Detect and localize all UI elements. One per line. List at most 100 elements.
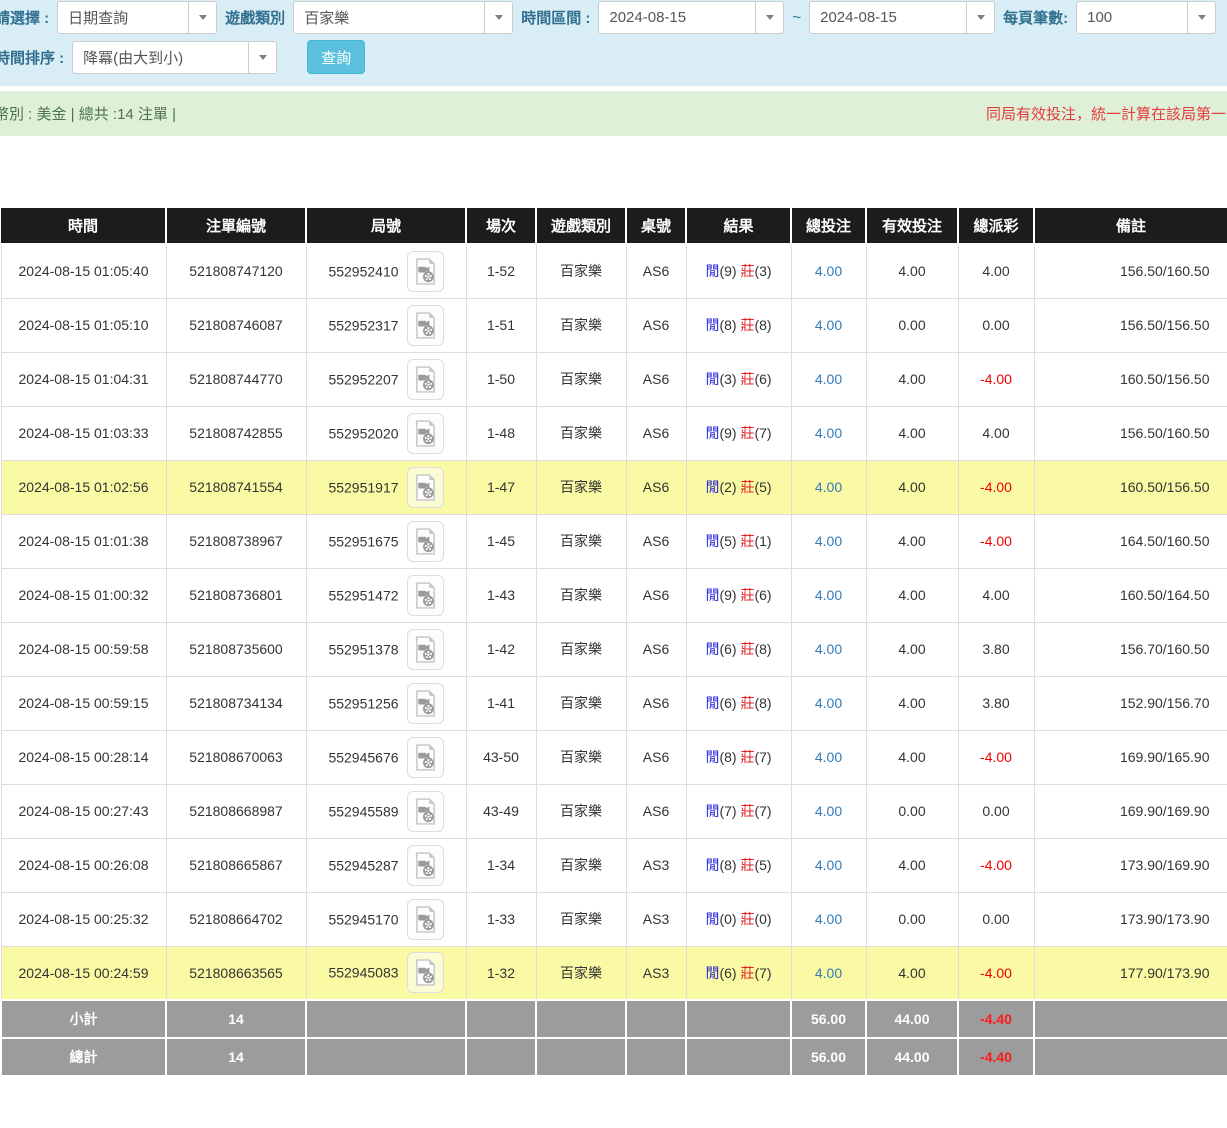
table-row[interactable]: 2024-08-15 00:59:15521808734134552951256…	[1, 676, 1227, 730]
round-id-value: 552951378	[328, 641, 398, 657]
total-bet-link[interactable]: 4.00	[815, 695, 842, 711]
video-replay-button[interactable]	[407, 683, 444, 724]
banker-label: 莊	[740, 749, 754, 765]
date-from-select[interactable]: 2024-08-15	[598, 1, 784, 34]
video-replay-icon	[414, 744, 437, 771]
cell-payout: -4.00	[958, 460, 1034, 514]
total-bet-link[interactable]: 4.00	[815, 857, 842, 873]
chevron-down-icon	[188, 2, 216, 33]
cell-table-no: AS6	[626, 406, 686, 460]
cell-bet-id: 521808735600	[166, 622, 306, 676]
summary-bar: 幣別 : 美金 | 總共 :14 注單 | 同局有效投注，統一計算在該局第一張	[0, 91, 1227, 136]
video-replay-button[interactable]	[407, 521, 444, 562]
cell-game-category: 百家樂	[536, 406, 626, 460]
cell-payout: 3.80	[958, 676, 1034, 730]
chevron-down-icon	[755, 2, 783, 33]
banker-label: 莊	[740, 533, 754, 549]
table-row[interactable]: 2024-08-15 01:05:40521808747120552952410…	[1, 244, 1227, 298]
video-replay-button[interactable]	[407, 737, 444, 778]
cell-session: 1-41	[466, 676, 536, 730]
cell-total-bet: 4.00	[791, 730, 866, 784]
total-bet-link[interactable]: 4.00	[815, 533, 842, 549]
cell-payout: -4.00	[958, 730, 1034, 784]
player-label: 閒	[705, 749, 719, 765]
query-button[interactable]: 查詢	[307, 40, 365, 74]
total-bet-link[interactable]: 4.00	[815, 263, 842, 279]
table-row[interactable]: 2024-08-15 00:59:58521808735600 552951378…	[1, 622, 1227, 676]
total-bet-link[interactable]: 4.00	[815, 317, 842, 333]
summary-valid-bet: 44.00	[866, 1038, 958, 1076]
table-row[interactable]: 2024-08-15 00:28:14521808670063552945676…	[1, 730, 1227, 784]
video-replay-button[interactable]	[407, 251, 444, 292]
cell-payout: -4.00	[958, 946, 1034, 1000]
cell-payout: 0.00	[958, 784, 1034, 838]
video-replay-button[interactable]	[407, 305, 444, 346]
cell-result: 閒(6) 莊(8)	[686, 676, 791, 730]
table-row[interactable]: 2024-08-15 01:05:10521808746087552952317…	[1, 298, 1227, 352]
header-payout: 總派彩	[958, 208, 1034, 244]
cell-round-id: 552952020	[306, 406, 466, 460]
video-replay-button[interactable]	[407, 467, 444, 508]
table-row[interactable]: 2024-08-15 00:27:43521808668987552945589…	[1, 784, 1227, 838]
video-replay-button[interactable]	[407, 629, 444, 670]
table-row[interactable]: 2024-08-15 00:26:08521808665867552945287…	[1, 838, 1227, 892]
game-category-select[interactable]: 百家樂	[293, 1, 513, 34]
round-id-value: 552951917	[328, 479, 398, 495]
total-bet-link[interactable]: 4.00	[815, 965, 842, 981]
filter-row-1: 請選擇 : 日期查詢 遊戲類別 百家樂 時間區間 : 2024-08-15 ~ …	[0, 0, 1227, 34]
round-id-value: 552945170	[328, 911, 398, 927]
cell-result: 閒(8) 莊(7)	[686, 730, 791, 784]
player-label: 閒	[705, 317, 719, 333]
table-row[interactable]: 2024-08-15 01:01:38521808738967552951675…	[1, 514, 1227, 568]
video-replay-button[interactable]	[407, 575, 444, 616]
total-bet-link[interactable]: 4.00	[815, 911, 842, 927]
header-game-category: 遊戲類別	[536, 208, 626, 244]
cell-note: 177.90/173.90	[1034, 946, 1227, 1000]
video-replay-button[interactable]	[407, 899, 444, 940]
total-bet-link[interactable]: 4.00	[815, 803, 842, 819]
cell-note: 156.50/160.50	[1034, 406, 1227, 460]
cell-note: 156.50/156.50	[1034, 298, 1227, 352]
cell-note: 160.50/156.50	[1034, 460, 1227, 514]
cell-total-bet: 4.00	[791, 244, 866, 298]
cell-game-category: 百家樂	[536, 946, 626, 1000]
cell-note: 169.90/169.90	[1034, 784, 1227, 838]
video-replay-button[interactable]	[407, 952, 444, 993]
total-bet-link[interactable]: 4.00	[815, 641, 842, 657]
summary-payout: -4.40	[958, 1038, 1034, 1076]
cell-result: 閒(7) 莊(7)	[686, 784, 791, 838]
table-row[interactable]: 2024-08-15 01:00:32521808736801552951472…	[1, 568, 1227, 622]
cell-bet-id: 521808668987	[166, 784, 306, 838]
total-bet-link[interactable]: 4.00	[815, 425, 842, 441]
cell-time: 2024-08-15 01:00:32	[1, 568, 166, 622]
cell-time: 2024-08-15 00:59:58	[1, 622, 166, 676]
total-bet-link[interactable]: 4.00	[815, 479, 842, 495]
cell-result: 閒(9) 莊(6)	[686, 568, 791, 622]
video-replay-button[interactable]	[407, 413, 444, 454]
total-bet-link[interactable]: 4.00	[815, 587, 842, 603]
cell-bet-id: 521808663565	[166, 946, 306, 1000]
time-sort-select[interactable]: 降冪(由大到小)	[72, 41, 277, 74]
cell-time: 2024-08-15 00:27:43	[1, 784, 166, 838]
cell-session: 1-34	[466, 838, 536, 892]
table-row[interactable]: 2024-08-15 00:25:32521808664702552945170…	[1, 892, 1227, 946]
cell-time: 2024-08-15 01:01:38	[1, 514, 166, 568]
video-replay-button[interactable]	[407, 845, 444, 886]
total-bet-link[interactable]: 4.00	[815, 371, 842, 387]
date-to-select[interactable]: 2024-08-15	[809, 1, 995, 34]
table-row[interactable]: 2024-08-15 01:02:56521808741554552951917…	[1, 460, 1227, 514]
video-replay-icon	[414, 798, 437, 825]
total-bet-link[interactable]: 4.00	[815, 749, 842, 765]
video-replay-button[interactable]	[407, 359, 444, 400]
table-row[interactable]: 2024-08-15 01:04:31521808744770552952207…	[1, 352, 1227, 406]
per-page-value: 100	[1077, 2, 1187, 33]
cell-payout: 4.00	[958, 244, 1034, 298]
query-type-select[interactable]: 日期查詢	[57, 1, 217, 34]
table-row[interactable]: 2024-08-15 00:24:59521808663565552945083…	[1, 946, 1227, 1000]
table-row[interactable]: 2024-08-15 01:03:33521808742855552952020…	[1, 406, 1227, 460]
cell-valid-bet: 4.00	[866, 244, 958, 298]
per-page-select[interactable]: 100	[1076, 1, 1216, 34]
video-replay-button[interactable]	[407, 791, 444, 832]
banker-label: 莊	[740, 911, 754, 927]
cell-time: 2024-08-15 01:03:33	[1, 406, 166, 460]
